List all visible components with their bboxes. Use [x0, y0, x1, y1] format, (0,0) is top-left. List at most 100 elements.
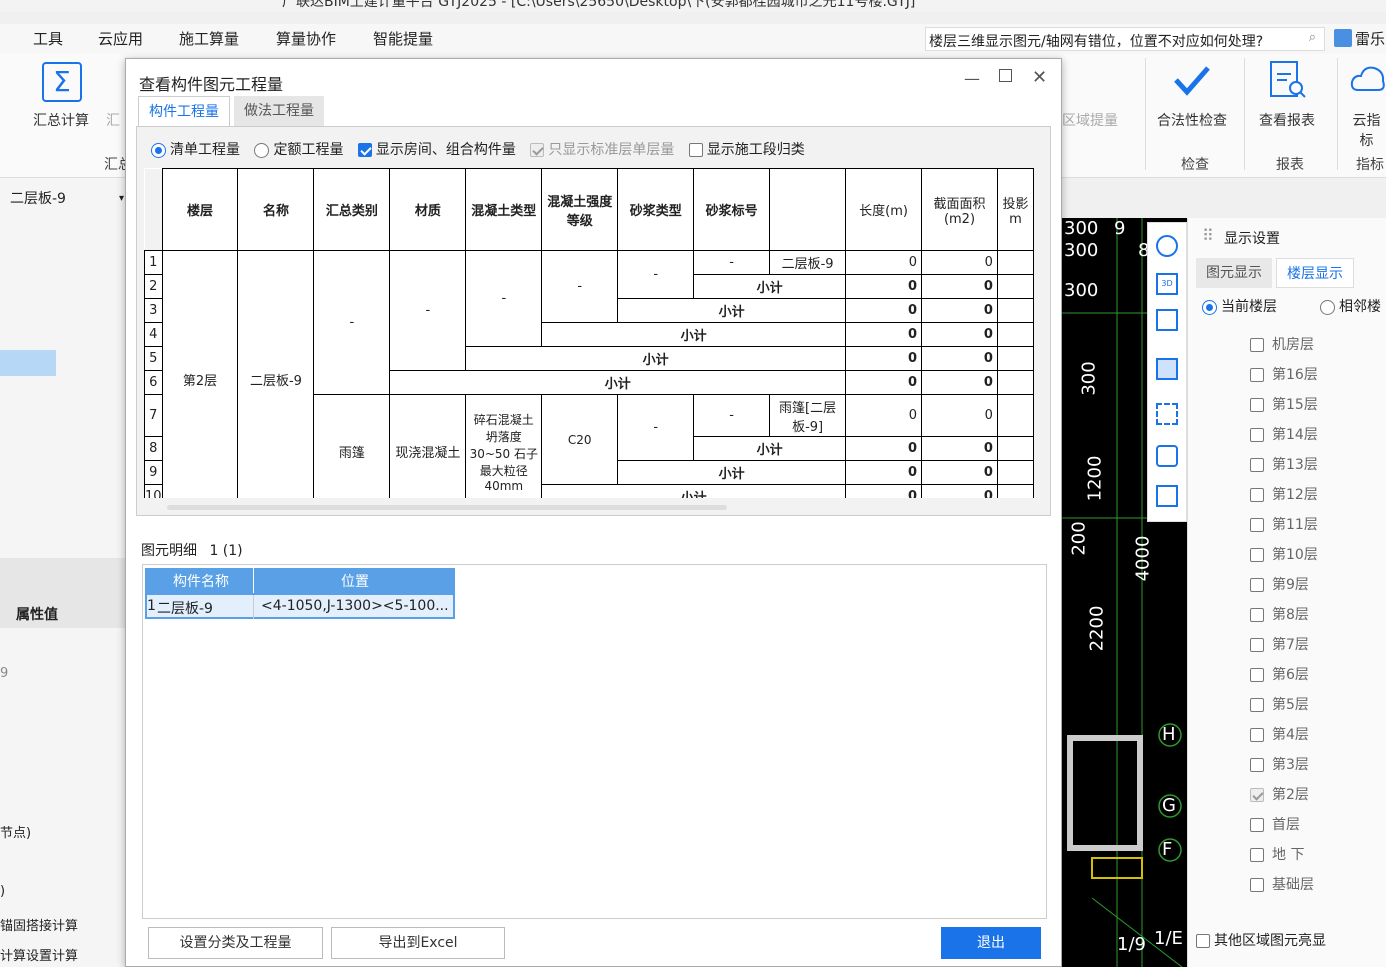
checkbox[interactable]: [1250, 578, 1264, 592]
col-header[interactable]: 砂浆类型: [617, 168, 695, 251]
cell-area[interactable]: 0: [921, 460, 998, 485]
cell-projection[interactable]: [996, 250, 1034, 275]
cell-area[interactable]: 0: [921, 250, 998, 275]
cell-length[interactable]: 0: [845, 370, 922, 395]
cell-projection[interactable]: [996, 394, 1034, 437]
cell-name[interactable]: 二层板-9: [237, 250, 315, 498]
radio-current-floor[interactable]: 当前楼层: [1202, 296, 1277, 316]
floor-item[interactable]: 第9层: [1250, 574, 1309, 594]
minimize-icon[interactable]: —: [964, 69, 980, 88]
cell-projection[interactable]: [996, 346, 1034, 371]
floor-item[interactable]: 第15层: [1250, 394, 1318, 414]
attr-calc-setting[interactable]: 计算设置计算: [0, 945, 78, 964]
cell-subtotal[interactable]: 小计: [693, 274, 847, 299]
cell-projection[interactable]: [996, 484, 1034, 498]
3d-icon[interactable]: 3D: [1156, 273, 1178, 295]
attr-anchor-calc[interactable]: 锚固搭接计算: [0, 915, 78, 934]
cell-area[interactable]: 0: [921, 322, 998, 347]
cell-length[interactable]: 0: [845, 484, 922, 498]
col-header[interactable]: 名称: [237, 168, 315, 251]
cell-area[interactable]: 0: [921, 274, 998, 299]
cell-length[interactable]: 0: [845, 436, 922, 461]
checkbox[interactable]: [1250, 398, 1264, 412]
floor-item[interactable]: 地 下: [1250, 844, 1304, 864]
cell-length[interactable]: 0: [845, 298, 922, 323]
checkbox[interactable]: [1250, 728, 1264, 742]
floor-item[interactable]: 第16层: [1250, 364, 1318, 384]
col-header[interactable]: [769, 168, 847, 251]
report-icon[interactable]: [1268, 60, 1308, 100]
menu-tools[interactable]: 工具: [33, 28, 63, 49]
checkbox-only-std[interactable]: 只显示标准层单层量: [530, 142, 674, 158]
list-view-icon[interactable]: [1156, 485, 1178, 507]
cell-floor[interactable]: 第2层: [161, 250, 239, 498]
checkbox[interactable]: [1250, 818, 1264, 832]
checkbox[interactable]: [1250, 548, 1264, 562]
sum-partial-button[interactable]: 汇: [106, 110, 120, 130]
radio-adjacent[interactable]: 相邻楼: [1320, 296, 1381, 316]
cell-concrete-type[interactable]: 碎石混凝土 坍落度30~50 石子最大粒径40mm: [465, 394, 543, 498]
cell-area[interactable]: 0: [921, 346, 998, 371]
horizontal-scrollbar[interactable]: [167, 505, 727, 510]
cell-length[interactable]: 0: [845, 250, 922, 275]
close-icon[interactable]: ✕: [1032, 67, 1047, 88]
cell-position[interactable]: <4-1050,J-1300><5-100...: [261, 598, 449, 614]
cell-category[interactable]: -: [313, 250, 391, 395]
checkbox-show-rooms[interactable]: 显示房间、组合构件量: [357, 142, 516, 158]
col-header[interactable]: 材质: [389, 168, 467, 251]
tab-method-qty[interactable]: 做法工程量: [234, 96, 324, 126]
set-category-button[interactable]: 设置分类及工程量: [148, 927, 323, 959]
cell-concrete-grade[interactable]: -: [541, 250, 619, 323]
checkbox-checked[interactable]: [1250, 788, 1264, 802]
cell-area[interactable]: 0: [921, 370, 998, 395]
fullscreen-icon[interactable]: [1156, 403, 1178, 425]
table-row[interactable]: 1 二层板-9 <4-1050,J-1300><5-100...: [145, 593, 455, 619]
floor-item[interactable]: 第8层: [1250, 604, 1309, 624]
box-icon[interactable]: [1156, 309, 1178, 331]
cell-projection[interactable]: [996, 298, 1034, 323]
checkbox[interactable]: [1250, 368, 1264, 382]
floor-item[interactable]: 第13层: [1250, 454, 1318, 474]
floor-item[interactable]: 第10层: [1250, 544, 1318, 564]
cell-length[interactable]: 0: [845, 322, 922, 347]
cell-projection[interactable]: [996, 436, 1034, 461]
cell-subtotal[interactable]: 小计: [465, 346, 847, 371]
sigma-icon[interactable]: Σ: [42, 62, 82, 102]
menu-construction[interactable]: 施工算量: [179, 28, 239, 49]
floor-item[interactable]: 机房层: [1250, 334, 1314, 354]
checkbox[interactable]: [1250, 428, 1264, 442]
cell-projection[interactable]: [996, 460, 1034, 485]
col-header[interactable]: 砂浆标号: [693, 168, 771, 251]
floor-item[interactable]: 第6层: [1250, 664, 1309, 684]
tab-floor-display[interactable]: 楼层显示: [1276, 258, 1354, 288]
cell-component-name[interactable]: 二层板-9: [157, 598, 213, 618]
sum-calc-button[interactable]: 汇总计算: [33, 110, 89, 130]
col-header[interactable]: 混凝土类型: [465, 168, 543, 251]
col-header[interactable]: 构件名称: [173, 571, 229, 591]
floor-item[interactable]: 第4层: [1250, 724, 1309, 744]
floor-item[interactable]: 第7层: [1250, 634, 1309, 654]
cell-subtotal[interactable]: 小计: [541, 484, 847, 498]
checkbox[interactable]: [1250, 608, 1264, 622]
col-header[interactable]: 汇总类别: [313, 168, 391, 251]
cell-material[interactable]: -: [389, 250, 467, 371]
check-icon[interactable]: [1170, 62, 1214, 98]
floor-item[interactable]: 第5层: [1250, 694, 1309, 714]
drag-handle-icon[interactable]: ⠿: [1202, 226, 1214, 245]
cell-area[interactable]: 0: [921, 298, 998, 323]
cell-length[interactable]: 0: [845, 460, 922, 485]
checkbox[interactable]: [1196, 934, 1210, 948]
avatar[interactable]: [1334, 29, 1352, 47]
export-excel-button[interactable]: 导出到Excel: [331, 927, 505, 959]
orbit-icon[interactable]: [1156, 235, 1178, 257]
validity-check-button[interactable]: 合法性检查: [1157, 110, 1227, 130]
cell-subtotal[interactable]: 小计: [541, 322, 847, 347]
cell-material[interactable]: 现浇混凝土: [389, 394, 467, 498]
floor-item[interactable]: 基础层: [1250, 874, 1314, 894]
checkbox[interactable]: [1250, 848, 1264, 862]
cell-mortar-grade[interactable]: -: [693, 250, 771, 275]
menu-collab[interactable]: 算量协作: [276, 28, 336, 49]
solid-box-icon[interactable]: [1156, 358, 1178, 380]
cloud-index-button[interactable]: 云指标: [1347, 110, 1386, 150]
table-row[interactable]: 1 第2层 二层板-9 - - - - - - 二层板-9 0 0: [144, 250, 1034, 498]
